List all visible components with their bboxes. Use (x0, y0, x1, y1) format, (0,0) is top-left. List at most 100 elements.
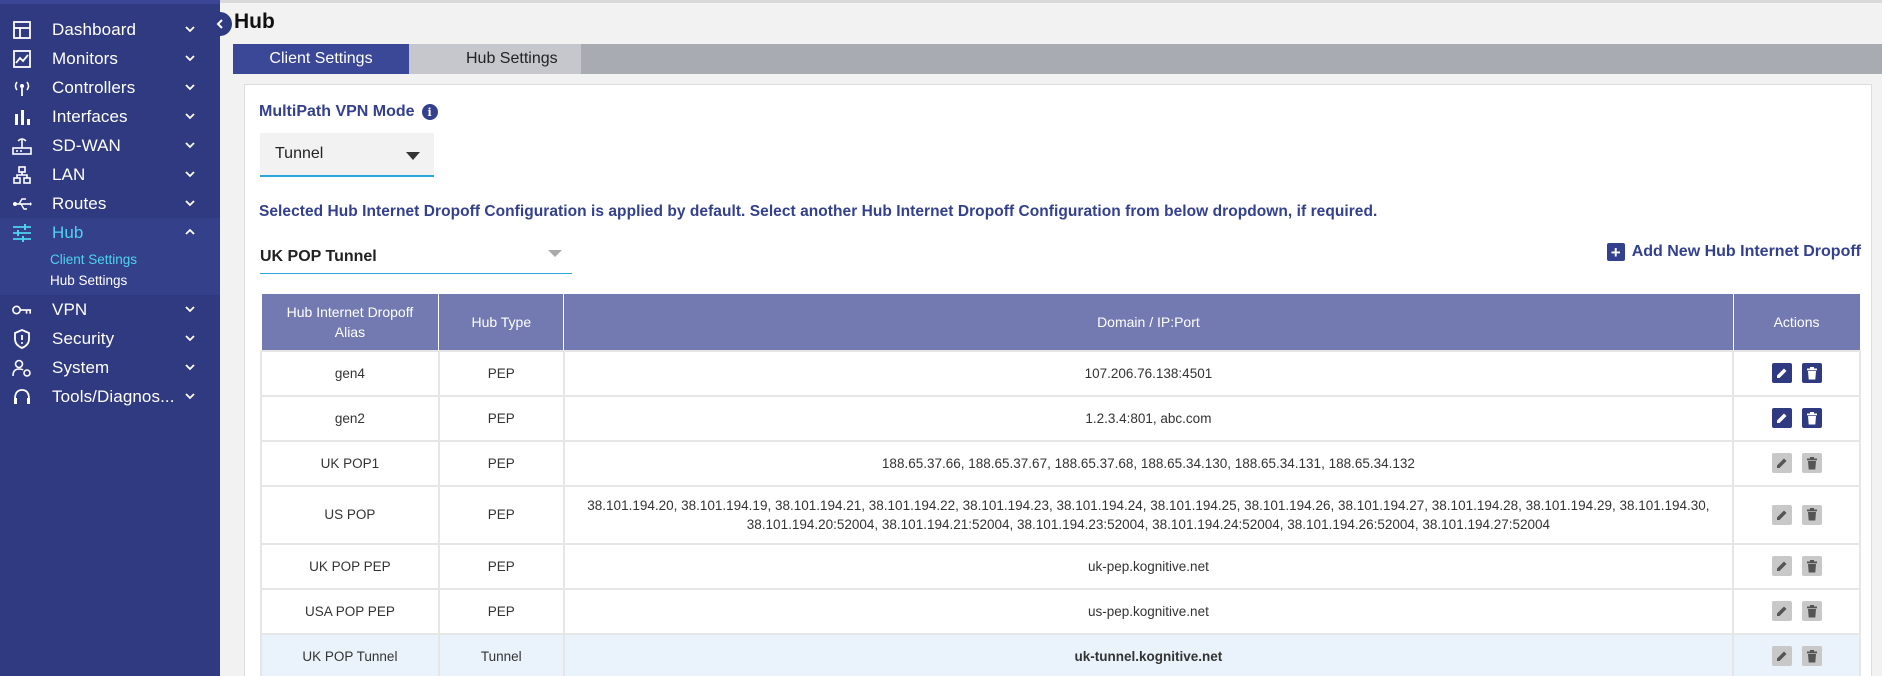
user-gear-icon (12, 358, 32, 378)
col-header-alias: Hub Internet Dropoff Alias (260, 293, 440, 351)
table-row-selected[interactable]: UK POP Tunnel Tunnel uk-tunnel.kognitive… (260, 632, 1861, 676)
chevron-left-icon (216, 19, 223, 29)
dashboard-icon (12, 20, 32, 40)
sidebar-item-dashboard[interactable]: Dashboard (0, 15, 220, 44)
chevron-down-icon (185, 84, 195, 91)
table-row[interactable]: UK POP PEP PEP uk-pep.kognitive.net (260, 542, 1861, 590)
delete-button[interactable] (1801, 363, 1822, 383)
sidebar-item-controllers[interactable]: Controllers (0, 73, 220, 102)
plus-icon: + (1606, 243, 1625, 261)
cell-type: PEP (437, 349, 565, 397)
sidebar-item-security[interactable]: Security (0, 324, 220, 353)
trash-icon (1806, 649, 1817, 662)
tab-hub-settings[interactable]: Hub Settings (409, 44, 581, 74)
chevron-down-icon (185, 335, 195, 342)
table-row[interactable]: gen2 PEP 1.2.3.4:801, abc.com (260, 394, 1861, 442)
sidebar-item-lan[interactable]: LAN (0, 160, 220, 189)
info-icon[interactable]: i (421, 104, 438, 120)
hub-subnav: Client Settings Hub Settings (0, 247, 220, 295)
sidebar-item-system[interactable]: System (0, 353, 220, 382)
multipath-mode-value: Tunnel (275, 145, 324, 162)
delete-button[interactable] (1801, 408, 1822, 428)
edit-button[interactable] (1771, 556, 1792, 576)
sidebar-collapse-button[interactable] (208, 12, 232, 36)
cell-type: PEP (437, 484, 565, 545)
cell-type: PEP (437, 394, 565, 442)
chevron-down-icon (185, 306, 195, 313)
sidebar-nav: Dashboard Monitors Controllers Interface… (0, 4, 220, 411)
sidebar-item-label: Security (52, 328, 115, 348)
table-row[interactable]: gen4 PEP 107.206.76.138:4501 (260, 349, 1861, 397)
sidebar: Dashboard Monitors Controllers Interface… (0, 0, 220, 676)
subnav-client-settings[interactable]: Client Settings (50, 249, 220, 270)
cell-alias: UK POP Tunnel (260, 632, 440, 676)
sidebar-item-label: System (52, 357, 110, 377)
edit-button[interactable] (1771, 408, 1792, 428)
cell-alias: UK POP1 (260, 439, 440, 487)
sidebar-item-vpn[interactable]: VPN (0, 295, 220, 324)
table-row[interactable]: US POP PEP 38.101.194.20, 38.101.194.19,… (260, 484, 1861, 545)
dropdown-caret-icon (406, 152, 420, 160)
chevron-down-icon (185, 364, 195, 371)
chevron-down-icon (185, 113, 195, 120)
edit-button[interactable] (1771, 363, 1792, 383)
cell-alias: US POP (260, 484, 440, 545)
sidebar-item-routes[interactable]: Routes (0, 189, 220, 218)
hub-dropoff-select[interactable]: UK POP Tunnel (260, 240, 572, 274)
pencil-icon (1776, 606, 1787, 616)
cell-alias: USA POP PEP (260, 587, 440, 635)
pencil-icon (1776, 510, 1787, 520)
antenna-icon (12, 78, 32, 98)
edit-button[interactable] (1771, 504, 1792, 525)
chevron-down-icon (185, 200, 195, 207)
sidebar-item-tools[interactable]: Tools/Diagnos... (0, 382, 220, 411)
table-row[interactable]: USA POP PEP PEP us-pep.kognitive.net (260, 587, 1861, 635)
cell-alias: gen2 (260, 394, 440, 442)
cell-domain: 1.2.3.4:801, abc.com (562, 394, 1735, 442)
delete-button[interactable] (1801, 646, 1822, 666)
page-title: Hub (234, 10, 275, 33)
top-divider (220, 0, 1882, 3)
chevron-down-icon (185, 55, 195, 62)
add-hub-dropoff-button[interactable]: + Add New Hub Internet Dropoff (1606, 243, 1861, 261)
cell-alias: UK POP PEP (260, 542, 440, 590)
chevron-down-icon (185, 393, 195, 400)
dropoff-table: Hub Internet Dropoff Alias Hub Type Doma… (260, 293, 1861, 676)
chevron-up-icon (185, 228, 195, 235)
shield-icon (12, 328, 32, 349)
cell-actions (1732, 632, 1861, 676)
subnav-hub-settings[interactable]: Hub Settings (50, 270, 220, 291)
delete-button[interactable] (1801, 453, 1822, 473)
trash-icon (1806, 366, 1817, 379)
usb-route-icon (12, 194, 32, 214)
sidebar-item-hub[interactable]: Hub (0, 218, 220, 247)
sidebar-item-label: Monitors (52, 48, 118, 68)
edit-button[interactable] (1771, 601, 1792, 621)
delete-button[interactable] (1801, 601, 1822, 621)
table-header-row: Hub Internet Dropoff Alias Hub Type Doma… (260, 293, 1861, 351)
sidebar-item-label: LAN (52, 164, 86, 184)
sidebar-item-label: SD-WAN (52, 135, 121, 155)
pencil-icon (1776, 458, 1787, 468)
table-row[interactable]: UK POP1 PEP 188.65.37.66, 188.65.37.67, … (260, 439, 1861, 487)
col-header-actions: Actions (1732, 293, 1861, 351)
sidebar-item-sdwan[interactable]: SD-WAN (0, 131, 220, 160)
edit-button[interactable] (1771, 453, 1792, 473)
tab-client-settings[interactable]: Client Settings (233, 44, 409, 74)
sidebar-item-label: VPN (52, 299, 88, 319)
cell-type: PEP (437, 587, 565, 635)
trash-icon (1806, 559, 1817, 572)
multipath-mode-select[interactable]: Tunnel (260, 133, 434, 177)
cell-actions (1732, 394, 1861, 442)
sidebar-item-label: Routes (52, 193, 107, 213)
sidebar-item-monitors[interactable]: Monitors (0, 44, 220, 73)
delete-button[interactable] (1801, 556, 1822, 576)
edit-button[interactable] (1771, 646, 1792, 666)
sidebar-item-interfaces[interactable]: Interfaces (0, 102, 220, 131)
sidebar-item-label: Interfaces (52, 106, 128, 126)
chevron-down-icon (185, 142, 195, 149)
delete-button[interactable] (1801, 504, 1822, 525)
cell-actions (1732, 587, 1861, 635)
cell-actions (1732, 542, 1861, 590)
cell-domain: uk-pep.kognitive.net (562, 542, 1735, 590)
